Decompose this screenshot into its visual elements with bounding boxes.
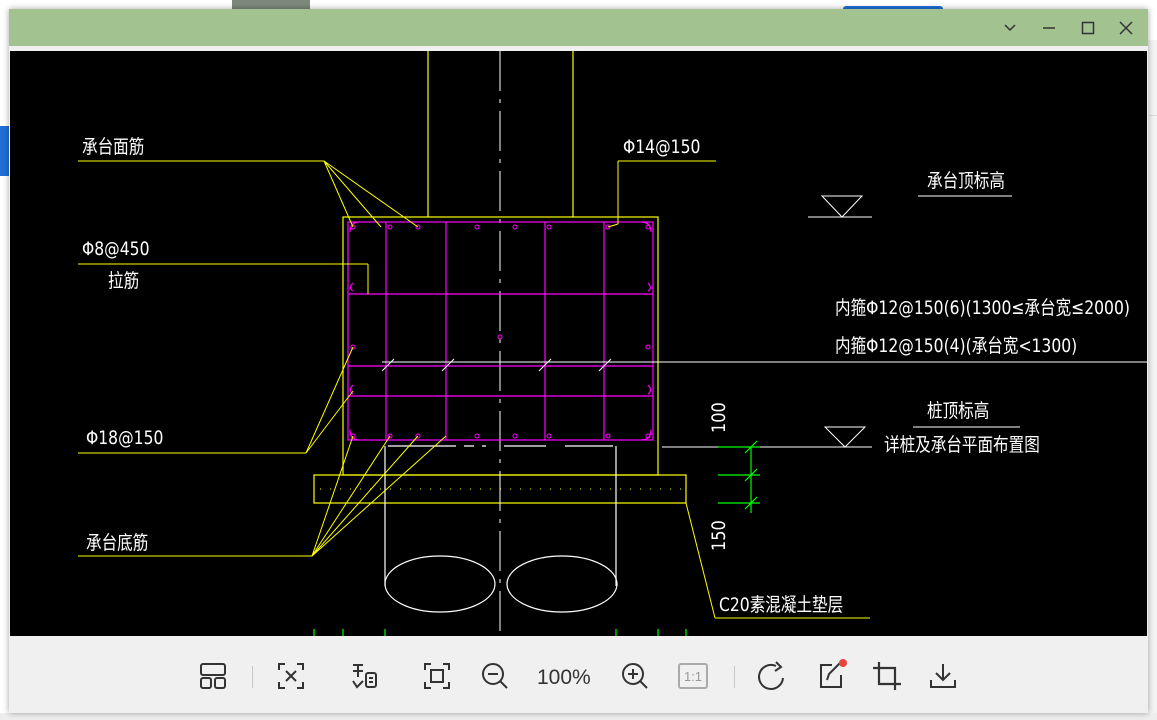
label-dimension-100: 100: [708, 402, 730, 433]
label-cushion-layer: C20素混凝土垫层: [719, 594, 844, 616]
title-bar[interactable]: [9, 9, 1148, 46]
zoom-level-text: 100%: [537, 666, 591, 689]
fullscreen-icon[interactable]: [419, 658, 455, 694]
label-inner-stirrup-2: 内箍Φ12@150(4)(承台宽<1300): [835, 335, 1078, 357]
minimize-icon[interactable]: [1036, 15, 1062, 41]
background-bottom-strip: [0, 713, 1157, 720]
toolbar-divider: [252, 666, 253, 688]
label-bottom-bars: 承台底筋: [86, 532, 149, 554]
label-pile-top-elevation: 桩顶标高: [927, 400, 990, 422]
label-inner-stirrup-1: 内箍Φ12@150(6)(1300≤承台宽≤2000): [835, 297, 1130, 319]
actual-size-icon[interactable]: 1:1: [675, 658, 711, 694]
notification-dot: [839, 659, 847, 667]
label-tie-bar: 拉筋: [108, 270, 140, 292]
label-tie-bar-spec: Φ8@450: [82, 238, 150, 260]
label-cap-top-elevation: 承台顶标高: [927, 170, 1005, 192]
label-dimension-150: 150: [708, 520, 730, 551]
zoom-in-icon[interactable]: [617, 658, 653, 694]
image-viewer-window: 承台面筋 Φ14@150 承台顶标高 Φ8@450 拉筋 内箍Φ12@150(6…: [9, 9, 1148, 713]
leader-lines: [78, 160, 870, 619]
chevron-down-icon[interactable]: [997, 15, 1023, 41]
thumbnail-icon[interactable]: [195, 658, 231, 694]
label-stirrup-top: Φ14@150: [623, 136, 701, 158]
pile-outline: [384, 445, 618, 613]
background-image-fragment: [232, 0, 310, 9]
rotate-icon[interactable]: [754, 658, 790, 694]
label-top-bars: 承台面筋: [82, 136, 145, 158]
actual-size-label: 1:1: [678, 663, 708, 689]
crop-icon[interactable]: [869, 658, 905, 694]
toolbar-divider: [734, 666, 735, 688]
maximize-icon[interactable]: [1075, 15, 1101, 41]
edit-icon[interactable]: [813, 658, 849, 694]
viewer-toolbar: 100% 1:1: [9, 636, 1148, 713]
zoom-out-icon[interactable]: [477, 658, 513, 694]
background-divider: [1149, 115, 1157, 116]
label-side-bars: Φ18@150: [86, 427, 164, 449]
drawing-canvas[interactable]: 承台面筋 Φ14@150 承台顶标高 Φ8@450 拉筋 内箍Φ12@150(6…: [10, 51, 1147, 636]
dimension-lines: [313, 440, 760, 636]
ocr-text-icon[interactable]: [346, 658, 382, 694]
close-icon[interactable]: [1113, 15, 1139, 41]
stirrup-ticks: [381, 358, 1147, 372]
fit-page-icon[interactable]: [273, 658, 309, 694]
download-icon[interactable]: [925, 658, 961, 694]
label-pile-plan-note: 详桩及承台平面布置图: [884, 434, 1040, 456]
background-right-panel: [1148, 40, 1157, 720]
